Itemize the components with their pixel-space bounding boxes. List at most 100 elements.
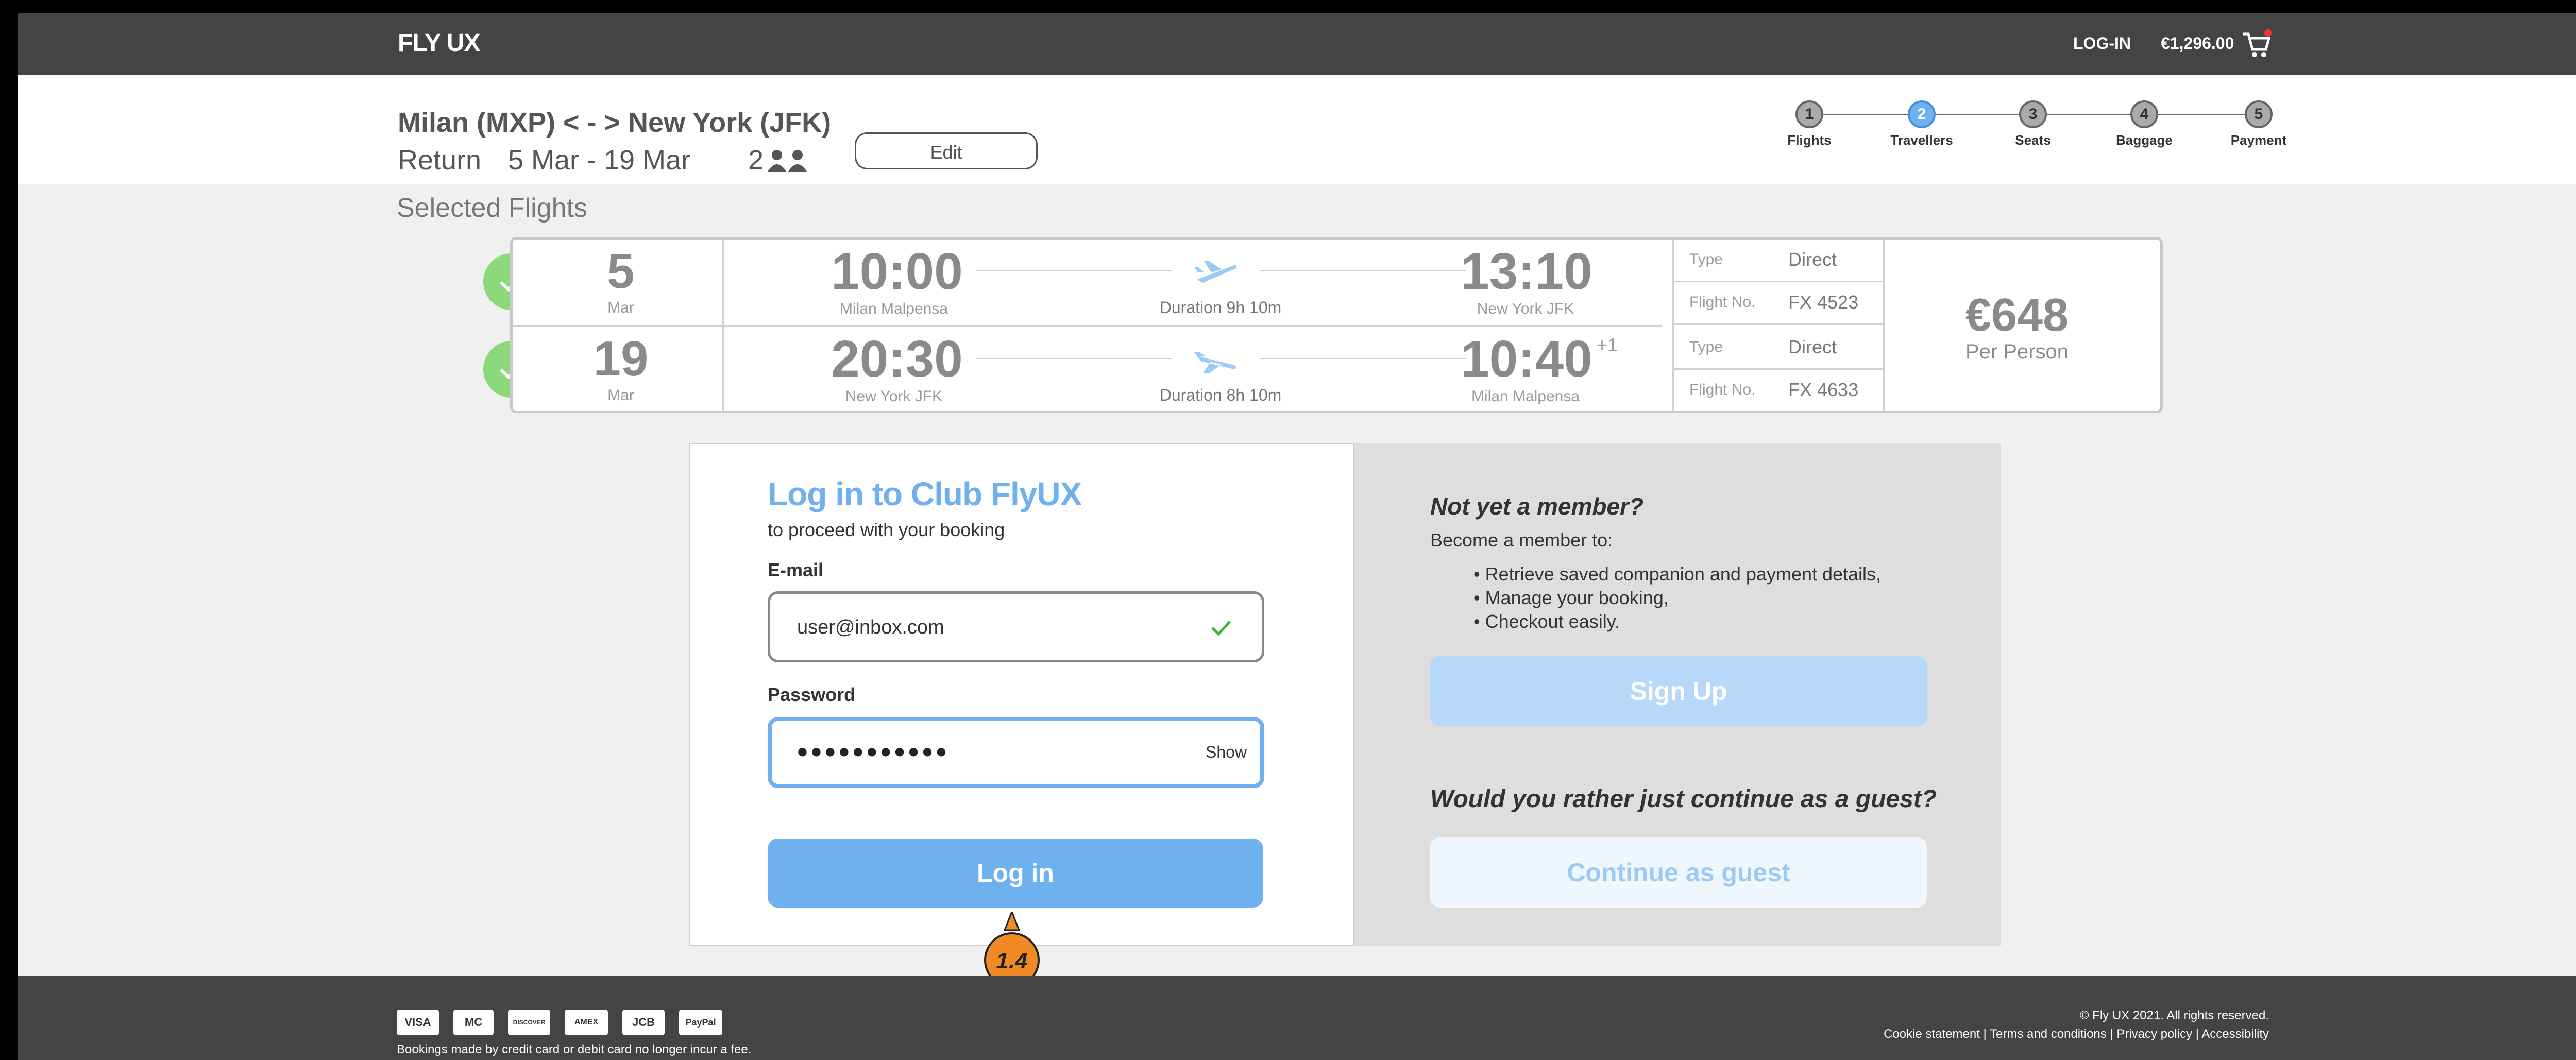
step-label: Baggage xyxy=(2116,132,2173,148)
page: FLY UX LOG-IN €1,296.00 Milan (MXP) < - … xyxy=(18,13,2576,1060)
login-panel: Log in to Club FlyUX to proceed with you… xyxy=(689,443,1354,946)
cart-icon[interactable] xyxy=(2241,29,2272,60)
selected-flights-card: 5 Mar 10:00 Milan Malpensa Duration 9h 1… xyxy=(510,237,2163,413)
mastercard-icon: MC xyxy=(453,1010,494,1035)
step-number: 2 xyxy=(1908,100,1936,128)
flight-type-cell: Type Direct xyxy=(1674,240,1883,282)
continue-as-guest-button[interactable]: Continue as guest xyxy=(1430,837,1927,908)
login-title: Log in to Club FlyUX xyxy=(768,475,1082,512)
login-button[interactable]: Log in xyxy=(768,839,1263,908)
departure-city: New York JFK xyxy=(845,388,943,405)
amex-card-icon: AMEX xyxy=(565,1010,608,1035)
flight-row-return: 19 Mar 20:30 New York JFK Duration 8h 10… xyxy=(513,327,1662,413)
fee-note: Bookings made by credit card or debit ca… xyxy=(397,1042,752,1056)
route-title: Milan (MXP) < - > New York (JFK) xyxy=(398,107,832,138)
valid-check-icon xyxy=(1211,621,1231,636)
flight-duration: Duration 8h 10m xyxy=(1159,386,1282,404)
top-bar: FLY UX LOG-IN €1,296.00 xyxy=(18,13,2576,75)
flight-duration: Duration 9h 10m xyxy=(1159,298,1282,317)
traveller-count: 2 xyxy=(748,145,764,176)
step-label: Flights xyxy=(1787,132,1832,148)
footer: VISA MC DISCOVER AMEX JCB PayPal Booking… xyxy=(18,976,2576,1060)
guest-question: Would you rather just continue as a gues… xyxy=(1430,785,1937,813)
price-per-person: €648 xyxy=(1965,289,2069,341)
step-number: 5 xyxy=(2245,100,2273,128)
meta-value: FX 4633 xyxy=(1788,379,1859,400)
route-line xyxy=(976,358,1172,359)
membership-panel: Not yet a member? Become a member to: Re… xyxy=(1354,443,2001,946)
step-label: Payment xyxy=(2230,132,2287,148)
login-subtitle: to proceed with your booking xyxy=(768,519,1005,540)
benefits-list: Retrieve saved companion and payment det… xyxy=(1473,562,1881,634)
meta-key: Type xyxy=(1689,338,1723,355)
discover-card-icon: DISCOVER xyxy=(508,1010,550,1035)
price-caption: Per Person xyxy=(1965,340,2069,363)
step-flights[interactable]: 1 Flights xyxy=(1758,100,1861,148)
membership-title: Not yet a member? xyxy=(1430,493,1644,520)
trip-summary-bar: Milan (MXP) < - > New York (JFK) Return … xyxy=(18,75,2576,184)
arrival-city: Milan Malpensa xyxy=(1471,388,1580,405)
meta-key: Flight No. xyxy=(1689,381,1756,398)
trip-dates: 5 Mar - 19 Mar xyxy=(508,145,691,176)
flight-month: Mar xyxy=(607,299,634,316)
step-number: 1 xyxy=(1795,100,1823,128)
trip-type: Return xyxy=(398,145,482,176)
arrival-time: 13:10 xyxy=(1461,243,1592,300)
meta-value: Direct xyxy=(1788,249,1837,270)
cart-total[interactable]: €1,296.00 xyxy=(2161,34,2234,53)
email-label: E-mail xyxy=(768,559,824,580)
divider xyxy=(1883,240,1885,411)
arrival-time: 10:40 xyxy=(1461,330,1592,388)
step-label: Travellers xyxy=(1890,132,1953,148)
step-payment[interactable]: 5 Payment xyxy=(2207,100,2310,148)
edit-trip-button[interactable]: Edit xyxy=(855,132,1038,169)
plane-takeoff-icon xyxy=(1195,261,1237,283)
selected-flights-title: Selected Flights xyxy=(397,193,587,223)
departure-city: Milan Malpensa xyxy=(839,300,948,317)
step-label: Seats xyxy=(2015,132,2051,148)
next-day-indicator: +1 xyxy=(1597,334,1618,355)
login-link[interactable]: LOG-IN xyxy=(2073,34,2131,53)
sign-up-button[interactable]: Sign Up xyxy=(1430,656,1927,726)
email-value: user@inbox.com xyxy=(797,617,944,638)
password-value: ●●●●●●●●●●● xyxy=(796,741,950,762)
jcb-card-icon: JCB xyxy=(622,1010,665,1035)
step-baggage[interactable]: 4 Baggage xyxy=(2093,100,2196,148)
departure-time: 10:00 xyxy=(831,243,963,300)
flight-month: Mar xyxy=(607,387,634,404)
logo[interactable]: FLY UX xyxy=(398,29,480,57)
step-seats[interactable]: 3 Seats xyxy=(1981,100,2084,148)
meta-value: FX 4523 xyxy=(1788,292,1859,313)
annotation-label: 1.4 xyxy=(996,948,1027,973)
meta-key: Flight No. xyxy=(1689,294,1756,311)
route-line xyxy=(1260,358,1466,359)
list-item: Manage your booking, xyxy=(1473,586,1881,610)
step-number: 4 xyxy=(2130,100,2158,128)
password-field[interactable]: ●●●●●●●●●●● Show xyxy=(768,717,1264,788)
travellers-icon xyxy=(768,150,807,172)
plane-landing-icon xyxy=(1194,352,1236,373)
show-password-button[interactable]: Show xyxy=(1206,743,1247,762)
copyright: © Fly UX 2021. All rights reserved. xyxy=(2079,1008,2269,1022)
list-item: Checkout easily. xyxy=(1473,610,1881,634)
meta-key: Type xyxy=(1689,251,1723,268)
step-number: 3 xyxy=(2019,100,2047,128)
route-line xyxy=(1260,270,1466,271)
step-travellers[interactable]: 2 Travellers xyxy=(1870,100,1973,148)
membership-subtitle: Become a member to: xyxy=(1430,529,1613,551)
flight-number-cell: Flight No. FX 4633 xyxy=(1674,370,1883,413)
route-line xyxy=(976,270,1172,271)
meta-value: Direct xyxy=(1788,336,1837,357)
flight-day: 19 xyxy=(593,331,649,386)
flight-number-cell: Flight No. FX 4523 xyxy=(1674,282,1883,325)
flight-type-cell: Type Direct xyxy=(1674,327,1883,370)
departure-time: 20:30 xyxy=(831,330,963,388)
arrival-city: New York JFK xyxy=(1477,300,1574,317)
email-field[interactable]: user@inbox.com xyxy=(768,591,1264,662)
flight-row-outbound: 5 Mar 10:00 Milan Malpensa Duration 9h 1… xyxy=(513,240,1662,327)
password-label: Password xyxy=(768,684,856,705)
paypal-icon: PayPal xyxy=(679,1010,722,1035)
footer-links[interactable]: Cookie statement | Terms and conditions … xyxy=(1884,1027,2269,1041)
list-item: Retrieve saved companion and payment det… xyxy=(1473,562,1881,586)
visa-card-icon: VISA xyxy=(397,1010,439,1035)
